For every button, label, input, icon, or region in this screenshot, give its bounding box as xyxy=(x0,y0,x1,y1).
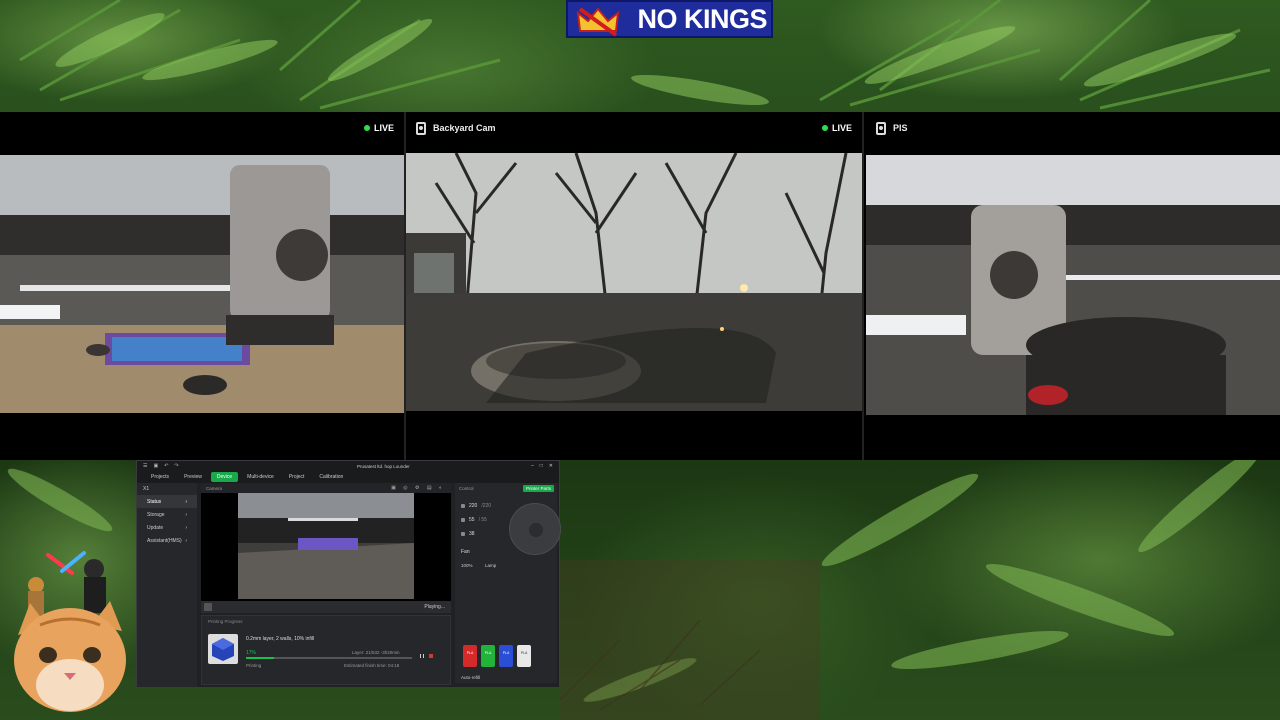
nozzle-icon xyxy=(461,504,465,508)
chevron-right-icon: › xyxy=(185,499,187,505)
nav-label: Status xyxy=(147,499,162,505)
progress-bar-fill xyxy=(246,657,275,659)
estimated-finish: Estimated finish time: 04:18 xyxy=(344,663,400,668)
bed-temp-value: 55 xyxy=(469,517,475,523)
tab-multi-device[interactable]: Multi-device xyxy=(241,472,280,482)
redo-icon[interactable]: ↷ xyxy=(174,463,178,469)
pause-icon[interactable] xyxy=(420,654,424,658)
stop-icon[interactable] xyxy=(429,654,433,658)
bed-icon xyxy=(461,518,465,522)
live-label: LIVE xyxy=(373,123,394,133)
kitten-lightsaber-overlay xyxy=(0,545,140,720)
camera-control-bar: Playing... xyxy=(201,601,451,613)
chevron-right-icon: › xyxy=(185,525,187,531)
tab-projects[interactable]: Projects xyxy=(145,472,175,482)
chevron-right-icon: › xyxy=(185,512,187,518)
backyard-feed xyxy=(406,153,862,411)
nozzle-temp-target: /220 xyxy=(481,503,492,509)
printer-camera-view xyxy=(238,493,414,599)
live-label: LIVE xyxy=(831,123,852,133)
undo-icon[interactable]: ↶ xyxy=(164,463,168,469)
remaining-time: -3h20min xyxy=(380,650,400,655)
nav-item-assistant[interactable]: Assistant(HMS) › xyxy=(137,534,197,547)
bed-temp-target: / 55 xyxy=(478,517,487,523)
ams-spools: PLA PLA PLA PLA xyxy=(463,645,531,667)
progress-percent: 17% xyxy=(246,650,257,656)
layer-info: Layer: 21/532 -3h20min xyxy=(352,650,400,655)
model-thumbnail xyxy=(208,634,238,664)
playing-status: Playing... xyxy=(424,604,445,610)
maximize-icon[interactable]: □ xyxy=(540,463,543,469)
jog-wheel[interactable] xyxy=(509,503,561,555)
nav-label: Assistant(HMS) xyxy=(147,538,182,544)
menu-icon[interactable]: ☰ xyxy=(143,463,147,469)
fan-percent[interactable]: 100% xyxy=(461,563,473,568)
spool-4[interactable]: PLA xyxy=(517,645,531,667)
live-dot-icon xyxy=(363,125,370,131)
device-center: Camera ▣ ◎ ⚙ ▤ ◐ Playing... Printing Pro… xyxy=(201,483,451,685)
printer-feed-3 xyxy=(866,155,1280,415)
window-title: Prusatest ltd. hop Lounder xyxy=(357,463,410,469)
auto-refill-toggle[interactable]: Auto-refill xyxy=(461,675,480,680)
fan-label: Fan xyxy=(461,549,470,555)
camera-tile-pis[interactable]: PIS xyxy=(866,112,1280,460)
printer-camera-panel: Camera ▣ ◎ ⚙ ▤ ◐ xyxy=(201,483,451,601)
live-dot-icon xyxy=(821,125,828,131)
camera-tile-backyard[interactable]: Backyard Cam LIVE xyxy=(404,112,864,460)
title-bar: ☰ ▣ ↶ ↷ Prusatest ltd. hop Lounder – □ ✕ xyxy=(137,461,559,471)
minimize-icon[interactable]: – xyxy=(531,463,534,469)
spool-2[interactable]: PLA xyxy=(481,645,495,667)
printer-app-window: ☰ ▣ ↶ ↷ Prusatest ltd. hop Lounder – □ ✕… xyxy=(136,460,561,688)
tab-calibration[interactable]: Calibration xyxy=(313,472,349,482)
chamber-temp: 38 xyxy=(461,531,475,537)
live-indicator: LIVE xyxy=(821,123,852,133)
nav-item-storage[interactable]: Storage › xyxy=(137,508,197,521)
nav-item-update[interactable]: Update › xyxy=(137,521,197,534)
lamp-toggle[interactable]: Lamp xyxy=(485,563,496,568)
tab-device[interactable]: Device xyxy=(210,472,239,482)
live-indicator: LIVE xyxy=(363,123,394,133)
camera-name: PIS xyxy=(893,123,908,133)
save-icon[interactable]: ▣ xyxy=(153,463,158,469)
bed-temp[interactable]: 55 / 55 xyxy=(461,517,487,523)
print-status: Printing xyxy=(246,663,262,668)
tab-preview[interactable]: Preview xyxy=(178,472,208,482)
spool-1[interactable]: PLA xyxy=(463,645,477,667)
camera-name: Backyard Cam xyxy=(433,123,496,133)
camera-strip: LIVE Backyard Cam LIVE PIS xyxy=(0,112,1280,460)
chevron-right-icon: › xyxy=(185,538,187,544)
printer-parts-button[interactable]: Printer Parts xyxy=(522,485,554,492)
printing-progress-panel: Printing Progress 0.2mm layer, 2 walls, … xyxy=(201,615,451,685)
printer-feed-1 xyxy=(0,155,404,413)
layer-count: Layer: 21/532 xyxy=(352,650,380,655)
nav-label: Update xyxy=(147,525,164,531)
progress-bar xyxy=(246,657,412,659)
device-sidebar: X1 Status › Storage › Update › Assistant(HM… xyxy=(137,483,197,687)
device-selector[interactable]: X1 xyxy=(137,483,197,495)
tab-project[interactable]: Project xyxy=(283,472,311,482)
tab-bar: Projects Preview Device Multi-device Pro… xyxy=(137,471,559,483)
camera-tile-1[interactable]: LIVE xyxy=(0,112,404,460)
camera-icon xyxy=(876,121,886,135)
settings-icon[interactable] xyxy=(204,603,212,611)
progress-header: Printing Progress xyxy=(208,619,243,624)
nozzle-temp[interactable]: 220 /220 xyxy=(461,503,491,509)
control-panel: Control Printer Parts 220 /220 55 / 55 3… xyxy=(455,483,561,683)
chamber-icon xyxy=(461,532,465,536)
spool-3[interactable]: PLA xyxy=(499,645,513,667)
nozzle-temp-value: 220 xyxy=(469,503,478,509)
camera-icon xyxy=(416,121,426,135)
crown-icon xyxy=(576,7,620,37)
nav-item-status[interactable]: Status › xyxy=(137,495,197,508)
no-kings-banner: NO KINGS xyxy=(566,0,773,38)
nav-label: Storage xyxy=(147,512,165,518)
print-controls xyxy=(420,654,433,658)
camera-panel-icons[interactable]: ▣ ◎ ⚙ ▤ ◐ xyxy=(391,485,445,491)
close-icon[interactable]: ✕ xyxy=(549,463,553,469)
camera-header: PIS xyxy=(866,112,1280,144)
chamber-temp-value: 38 xyxy=(469,531,475,537)
job-name: 0.2mm layer, 2 walls, 10% infill xyxy=(246,636,315,642)
banner-text: NO KINGS xyxy=(637,3,767,34)
camera-header: Backyard Cam xyxy=(406,112,862,144)
